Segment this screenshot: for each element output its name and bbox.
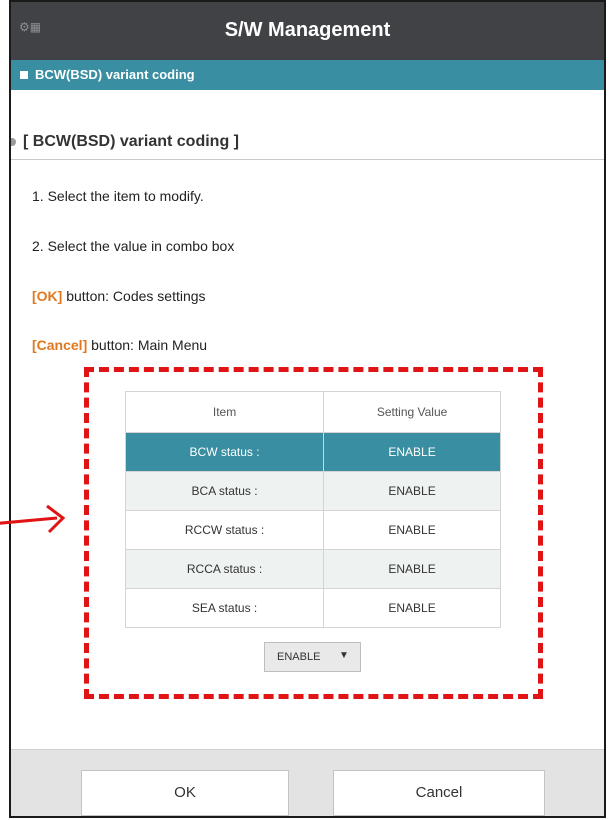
ok-description: button: Codes settings [62, 288, 206, 304]
instruction-ok: [OK] button: Codes settings [32, 288, 206, 304]
breadcrumb-label: BCW(BSD) variant coding [35, 67, 195, 82]
table-row[interactable]: RCCA status : ENABLE [124, 549, 501, 589]
cancel-button[interactable]: Cancel [333, 770, 545, 816]
chevron-down-icon: ▼ [339, 650, 349, 661]
row-item: RCCA status : [124, 549, 325, 589]
column-header-setting-value: Setting Value [323, 391, 501, 433]
bullet-icon [11, 138, 16, 146]
page-title: S/W Management [224, 19, 391, 41]
breadcrumb: BCW(BSD) variant coding [11, 60, 604, 90]
row-item: SEA status : [124, 588, 325, 628]
row-item: BCW status : [124, 432, 325, 472]
pointer-arrow-icon [0, 504, 66, 534]
row-value: ENABLE [323, 471, 501, 511]
table-row[interactable]: BCA status : ENABLE [124, 471, 501, 511]
row-item: RCCW status : [124, 510, 325, 550]
cancel-description: button: Main Menu [87, 337, 208, 353]
square-bullet-icon [20, 71, 28, 79]
combo-value: ENABLE [277, 651, 321, 663]
section-title: [ BCW(BSD) variant coding ] [23, 133, 239, 150]
instruction-step-1: 1. Select the item to modify. [32, 188, 204, 204]
title-bar: ⚙▦ S/W Management [11, 2, 604, 60]
instruction-cancel: [Cancel] button: Main Menu [32, 337, 207, 353]
section-header: [ BCW(BSD) variant coding ] [11, 129, 604, 160]
row-value: ENABLE [323, 510, 501, 550]
value-combo-box[interactable]: ENABLE ▼ [264, 642, 361, 672]
row-item: BCA status : [124, 471, 325, 511]
row-value: ENABLE [323, 432, 501, 472]
cancel-key-label: [Cancel] [32, 337, 88, 353]
app-window: ⚙▦ S/W Management BCW(BSD) variant codin… [9, 0, 606, 818]
column-header-item: Item [124, 391, 325, 433]
table-row[interactable]: RCCW status : ENABLE [124, 510, 501, 550]
row-value: ENABLE [323, 549, 501, 589]
ok-button[interactable]: OK [81, 770, 289, 816]
instruction-step-2: 2. Select the value in combo box [32, 238, 235, 254]
variant-table: Item Setting Value BCW status : ENABLE B… [124, 391, 501, 628]
ok-key-label: [OK] [32, 288, 63, 304]
table-row[interactable]: SEA status : ENABLE [124, 588, 501, 628]
footer-bar: OK Cancel [11, 749, 604, 816]
table-row[interactable]: BCW status : ENABLE [124, 432, 501, 472]
row-value: ENABLE [323, 588, 501, 628]
